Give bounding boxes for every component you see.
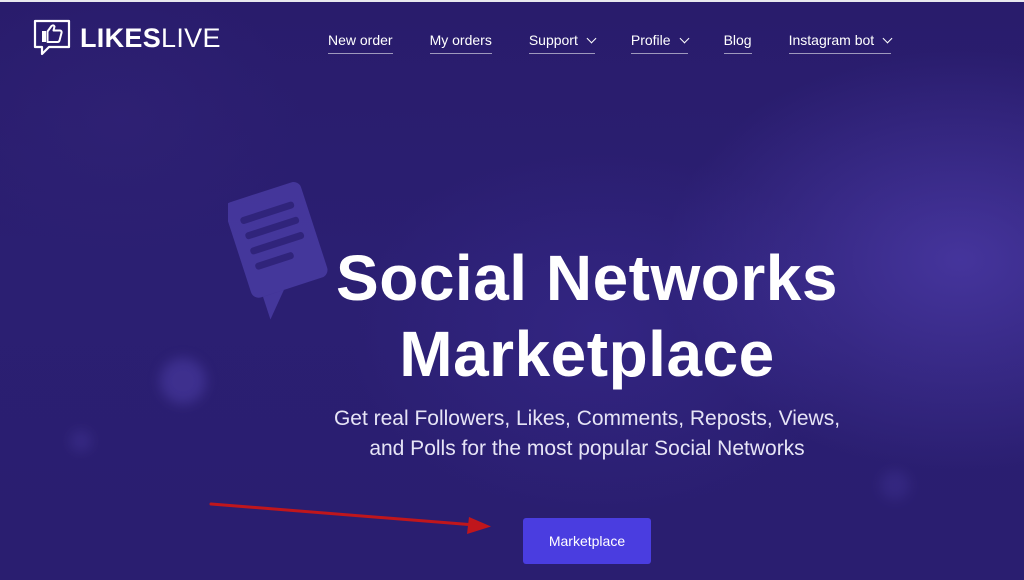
nav-label: Instagram bot (788, 32, 875, 48)
hero-subtitle: Get real Followers, Likes, Comments, Rep… (0, 404, 1024, 464)
nav-support[interactable]: Support (528, 30, 597, 54)
title-line-2: Marketplace (399, 318, 775, 390)
hero-section: LIKESLIVE New order My orders Support Pr… (0, 0, 1024, 580)
nav-label: Blog (723, 32, 752, 48)
subtitle-line-2: and Polls for the most popular Social Ne… (369, 437, 805, 460)
logo-text-light: LIVE (161, 23, 221, 53)
nav-profile[interactable]: Profile (630, 30, 690, 54)
nav-label: New order (328, 32, 393, 48)
nav-label: Profile (630, 32, 671, 48)
nav-blog[interactable]: Blog (723, 30, 752, 54)
nav-new-order[interactable]: New order (328, 30, 393, 54)
logo[interactable]: LIKESLIVE (32, 18, 221, 58)
logo-text-bold: LIKES (80, 23, 162, 53)
bokeh-decoration (880, 470, 910, 500)
nav-label: Support (528, 32, 578, 48)
window-top-border (0, 0, 1024, 2)
marketplace-button[interactable]: Marketplace (523, 518, 651, 564)
subtitle-line-1: Get real Followers, Likes, Comments, Rep… (333, 407, 841, 430)
chevron-down-icon (882, 33, 893, 43)
chevron-down-icon (586, 33, 597, 43)
title-line-1: Social Networks (336, 242, 838, 314)
nav-label: My orders (429, 32, 492, 48)
chevron-down-icon (679, 33, 690, 43)
arrow-annotation (209, 502, 491, 534)
logo-text: LIKESLIVE (80, 18, 221, 58)
main-nav: New order My orders Support Profile Blog… (328, 30, 893, 54)
thumbs-up-icon (33, 19, 71, 56)
page-title: Social Networks Marketplace (0, 240, 1024, 392)
nav-my-orders[interactable]: My orders (429, 30, 492, 54)
nav-instagram-bot[interactable]: Instagram bot (788, 30, 893, 54)
